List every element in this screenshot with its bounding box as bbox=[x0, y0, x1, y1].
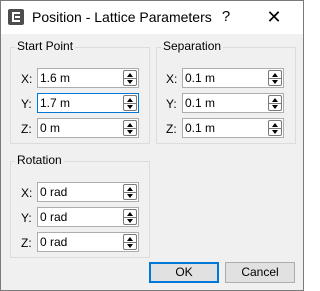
dialog-window: Position - Lattice Parameters ? ✕ Start … bbox=[0, 0, 304, 291]
chevron-down-icon[interactable] bbox=[268, 128, 282, 136]
rotation-x-label: X: bbox=[21, 186, 33, 200]
rotation-z-spinbox[interactable] bbox=[37, 232, 139, 252]
help-icon: ? bbox=[221, 8, 231, 25]
chevron-up-icon[interactable] bbox=[123, 184, 137, 192]
chevron-up-icon[interactable] bbox=[268, 120, 282, 128]
chevron-up-icon[interactable] bbox=[123, 70, 137, 78]
chevron-up-icon[interactable] bbox=[123, 234, 137, 242]
separation-x-spinbox[interactable] bbox=[182, 68, 284, 88]
title-bar: Position - Lattice Parameters ? ✕ bbox=[1, 1, 303, 34]
chevron-down-icon[interactable] bbox=[268, 103, 282, 111]
chevron-up-icon[interactable] bbox=[268, 70, 282, 78]
start-point-y-label: Y: bbox=[21, 97, 32, 111]
start-point-z-input[interactable] bbox=[40, 120, 120, 136]
cancel-button[interactable]: Cancel bbox=[225, 262, 295, 283]
chevron-up-icon[interactable] bbox=[268, 95, 282, 103]
rotation-z-input[interactable] bbox=[40, 234, 120, 250]
ok-button[interactable]: OK bbox=[149, 262, 219, 283]
separation-x-label: X: bbox=[166, 72, 178, 86]
start-point-y-input[interactable] bbox=[40, 95, 120, 111]
separation-title: Separation bbox=[161, 39, 224, 53]
rotation-y-label: Y: bbox=[21, 211, 32, 225]
separation-x-input[interactable] bbox=[185, 70, 265, 86]
rotation-x-spinbox[interactable] bbox=[37, 182, 139, 202]
chevron-up-icon[interactable] bbox=[123, 120, 137, 128]
start-point-x-spinbox[interactable] bbox=[37, 68, 139, 88]
start-point-y-spinbox[interactable] bbox=[37, 93, 139, 113]
chevron-down-icon[interactable] bbox=[123, 128, 137, 136]
start-point-title: Start Point bbox=[15, 39, 76, 53]
chevron-down-icon[interactable] bbox=[123, 78, 137, 86]
window-title: Position - Lattice Parameters bbox=[32, 9, 212, 25]
separation-y-label: Y: bbox=[166, 97, 177, 111]
chevron-up-icon[interactable] bbox=[123, 209, 137, 217]
separation-z-spinbox[interactable] bbox=[182, 118, 284, 138]
start-point-x-label: X: bbox=[21, 72, 33, 86]
chevron-down-icon[interactable] bbox=[123, 103, 137, 111]
help-button[interactable]: ? bbox=[211, 3, 241, 31]
rotation-z-label: Z: bbox=[21, 236, 32, 250]
chevron-up-icon[interactable] bbox=[123, 95, 137, 103]
start-point-z-spinbox[interactable] bbox=[37, 118, 139, 138]
rotation-y-input[interactable] bbox=[40, 209, 120, 225]
start-point-z-label: Z: bbox=[21, 122, 32, 136]
rotation-y-spinbox[interactable] bbox=[37, 207, 139, 227]
chevron-down-icon[interactable] bbox=[123, 242, 137, 250]
chevron-down-icon[interactable] bbox=[268, 78, 282, 86]
close-icon: ✕ bbox=[266, 7, 282, 27]
chevron-down-icon[interactable] bbox=[123, 192, 137, 200]
rotation-x-input[interactable] bbox=[40, 184, 120, 200]
close-button[interactable]: ✕ bbox=[259, 3, 289, 31]
app-icon bbox=[8, 9, 24, 25]
start-point-x-input[interactable] bbox=[40, 70, 120, 86]
separation-y-input[interactable] bbox=[185, 95, 265, 111]
separation-z-input[interactable] bbox=[185, 120, 265, 136]
chevron-down-icon[interactable] bbox=[123, 217, 137, 225]
rotation-title: Rotation bbox=[15, 153, 64, 167]
separation-y-spinbox[interactable] bbox=[182, 93, 284, 113]
separation-z-label: Z: bbox=[166, 122, 177, 136]
